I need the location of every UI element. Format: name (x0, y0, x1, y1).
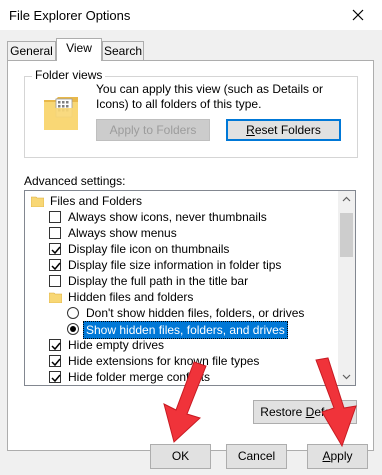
reset-folders-label: eset Folders (254, 123, 321, 137)
checkbox-always-show-icons[interactable] (49, 211, 61, 223)
checkbox-hide-empty-drives[interactable] (49, 339, 61, 351)
list-item-label: Display file icon on thumbnails (68, 242, 230, 256)
tab-view[interactable]: View (56, 38, 102, 61)
window-title: File Explorer Options (9, 8, 131, 23)
radio-dont-show-hidden[interactable] (67, 307, 79, 319)
list-item-label: Always show icons, never thumbnails (68, 210, 267, 224)
title-bar: File Explorer Options (0, 0, 382, 30)
list-item-label: Files and Folders (50, 194, 143, 208)
folder-views-description: You can apply this view (such as Details… (96, 82, 324, 111)
scrollbar-thumb[interactable] (340, 213, 353, 257)
checkbox-display-full-path[interactable] (49, 275, 61, 287)
reset-folders-button[interactable]: Reset Folders (226, 119, 341, 141)
scroll-up-icon (342, 196, 351, 202)
checkmark-icon (51, 246, 61, 255)
tab-search[interactable]: Search (102, 41, 144, 60)
folder-views-folder-icon (42, 94, 82, 132)
list-item-label: Display the full path in the title bar (68, 274, 249, 288)
restore-defaults-label-start: Restore (260, 405, 306, 419)
list-item-label: Always show menus (68, 226, 177, 240)
red-arrow-icon-ok (163, 361, 207, 443)
checkbox-display-file-icon[interactable] (49, 243, 61, 255)
checkbox-hide-extensions[interactable] (49, 355, 61, 367)
checkbox-hide-merge-conflicts[interactable] (49, 371, 61, 383)
checkmark-icon (51, 374, 61, 383)
apply-access-key: A (322, 449, 331, 463)
checkbox-always-show-menus[interactable] (49, 227, 61, 239)
list-item-label: Display file size information in folder … (68, 258, 282, 272)
list-item-label: Hidden files and folders (68, 290, 194, 304)
apply-to-folders-button[interactable]: Apply to Folders (96, 119, 210, 141)
checkmark-icon (51, 342, 61, 351)
checkmark-icon (51, 358, 61, 367)
list-item-label: Hide empty drives (68, 338, 165, 352)
checkbox-display-file-size[interactable] (49, 259, 61, 271)
radio-show-hidden[interactable] (67, 323, 79, 335)
checkmark-icon (51, 262, 61, 271)
folder-icon (30, 195, 45, 208)
radio-selected-dot (70, 326, 76, 332)
close-icon[interactable] (348, 5, 368, 25)
apply-label: pply (330, 449, 353, 463)
ok-button[interactable]: OK (150, 444, 211, 469)
advanced-settings-label: Advanced settings: (24, 174, 126, 188)
tab-general[interactable]: General (7, 41, 56, 60)
cancel-button[interactable]: Cancel (226, 444, 287, 469)
folder-views-title: Folder views (32, 68, 106, 82)
red-arrow-icon-apply (315, 357, 357, 448)
folder-icon (48, 291, 63, 304)
reset-folders-access-key: R (246, 123, 255, 137)
list-item-label: Don't show hidden files, folders, or dri… (86, 306, 305, 320)
